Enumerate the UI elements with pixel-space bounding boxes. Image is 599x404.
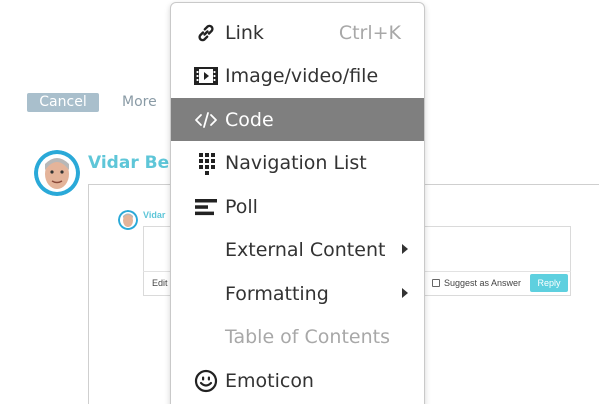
menu-item-link[interactable]: Link Ctrl+K (171, 11, 424, 54)
code-icon (193, 108, 219, 132)
avatar-small (118, 210, 138, 230)
menu-item-formatting[interactable]: Formatting (171, 272, 424, 315)
more-link[interactable]: More (122, 93, 157, 112)
menu-item-label: Poll (225, 195, 258, 218)
menu-item-label: Navigation List (225, 151, 367, 174)
menu-item-label: Image/video/file (225, 64, 379, 87)
poll-icon (193, 195, 219, 219)
menu-item-label: External Content (225, 238, 386, 261)
author-name-small[interactable]: Vidar (143, 210, 165, 220)
cancel-button[interactable]: Cancel (27, 93, 99, 112)
menu-item-poll[interactable]: Poll (171, 185, 424, 228)
menu-item-label: Table of Contents (225, 325, 390, 348)
avatar (34, 150, 80, 196)
menu-item-emoticon[interactable]: Emoticon (171, 359, 424, 402)
suggest-as-answer[interactable]: Suggest as Answer (432, 278, 521, 288)
author-name[interactable]: Vidar Be (88, 152, 173, 174)
edit-link[interactable]: Edit (152, 278, 168, 288)
menu-item-external-content[interactable]: External Content (171, 228, 424, 271)
submenu-arrow-icon (402, 288, 408, 298)
smiley-icon (193, 369, 219, 393)
suggest-checkbox[interactable] (432, 279, 440, 287)
menu-item-table-of-contents: Table of Contents (171, 315, 424, 358)
menu-item-label: Emoticon (225, 369, 314, 392)
menu-item-label: Formatting (225, 282, 329, 305)
film-icon (193, 64, 219, 88)
menu-item-label: Link (225, 21, 264, 44)
reply-button[interactable]: Reply (530, 274, 568, 292)
menu-item-navigation-list[interactable]: Navigation List (171, 141, 424, 184)
navigation-list-icon (193, 151, 219, 175)
link-icon (193, 21, 219, 45)
insert-menu: Link Ctrl+K Image/video/file Code Naviga… (170, 2, 425, 404)
menu-item-image-video-file[interactable]: Image/video/file (171, 54, 424, 97)
suggest-label: Suggest as Answer (444, 278, 522, 288)
menu-item-code[interactable]: Code (171, 98, 424, 141)
submenu-arrow-icon (402, 244, 408, 254)
shortcut-label: Ctrl+K (338, 21, 401, 44)
menu-item-label: Code (225, 108, 274, 131)
